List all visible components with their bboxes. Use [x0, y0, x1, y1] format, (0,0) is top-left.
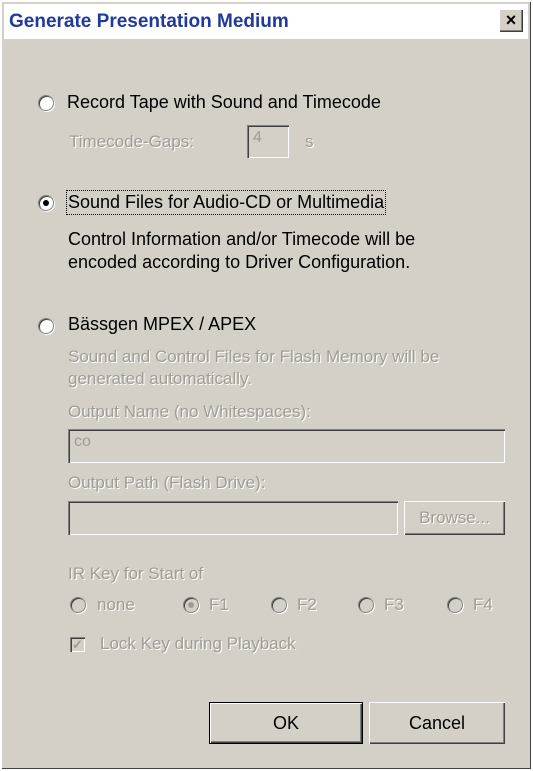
radio-mpex-apex[interactable]: [38, 318, 54, 334]
radio-ir-none-label[interactable]: none: [97, 595, 135, 615]
close-button[interactable]: ×: [499, 9, 523, 32]
radio-ir-f4[interactable]: [447, 597, 463, 613]
timecode-gaps-value: 4: [253, 129, 262, 146]
radio-ir-f2[interactable]: [271, 597, 287, 613]
sound-files-description-line1: Control Information and/or Timecode will…: [68, 229, 416, 249]
radio-ir-none[interactable]: [70, 597, 86, 613]
output-name-input[interactable]: co: [68, 429, 505, 463]
output-path-input[interactable]: [68, 501, 398, 535]
window-title: Generate Presentation Medium: [9, 11, 289, 32]
radio-mpex-apex-label[interactable]: Bässgen MPEX / APEX: [68, 314, 256, 335]
ir-key-label: IR Key for Start of: [68, 564, 204, 583]
radio-ir-f1-label[interactable]: F1: [209, 595, 229, 615]
radio-ir-f1[interactable]: [183, 597, 199, 613]
output-name-label: Output Name (no Whitespaces):: [68, 402, 311, 421]
cancel-button[interactable]: Cancel: [369, 702, 505, 744]
timecode-gaps-label: Timecode-Gaps:: [69, 132, 195, 151]
timecode-gaps-unit: s: [305, 132, 314, 151]
radio-ir-f2-label[interactable]: F2: [297, 595, 317, 615]
checkmark-icon: ✓: [72, 637, 83, 652]
output-path-label: Output Path (Flash Drive):: [68, 473, 266, 492]
browse-button[interactable]: Browse...: [404, 501, 505, 535]
radio-ir-f4-label[interactable]: F4: [473, 595, 493, 615]
ok-button[interactable]: OK: [209, 702, 363, 744]
radio-record-tape-label[interactable]: Record Tape with Sound and Timecode: [67, 92, 381, 113]
timecode-gaps-input[interactable]: 4: [247, 125, 289, 158]
title-bar[interactable]: Generate Presentation Medium ×: [4, 4, 528, 39]
radio-sound-files[interactable]: [38, 195, 54, 211]
mpex-description-line1: Sound and Control Files for Flash Memory…: [68, 347, 440, 366]
radio-ir-f3[interactable]: [358, 597, 374, 613]
radio-sound-files-label[interactable]: Sound Files for Audio-CD or Multimedia: [65, 190, 387, 215]
close-icon: ×: [505, 10, 517, 30]
dialog-window: Generate Presentation Medium × Record Ta…: [1, 1, 531, 769]
lock-key-label[interactable]: Lock Key during Playback: [100, 634, 296, 654]
lock-key-checkbox[interactable]: ✓: [70, 637, 85, 652]
radio-selected-dot: [188, 602, 194, 608]
sound-files-description-line2: encoded according to Driver Configuratio…: [68, 252, 411, 272]
mpex-description-line2: generated automatically.: [68, 369, 252, 388]
radio-record-tape[interactable]: [38, 95, 54, 111]
radio-ir-f3-label[interactable]: F3: [384, 595, 404, 615]
radio-selected-dot: [43, 200, 49, 206]
output-name-value: co: [74, 433, 91, 450]
